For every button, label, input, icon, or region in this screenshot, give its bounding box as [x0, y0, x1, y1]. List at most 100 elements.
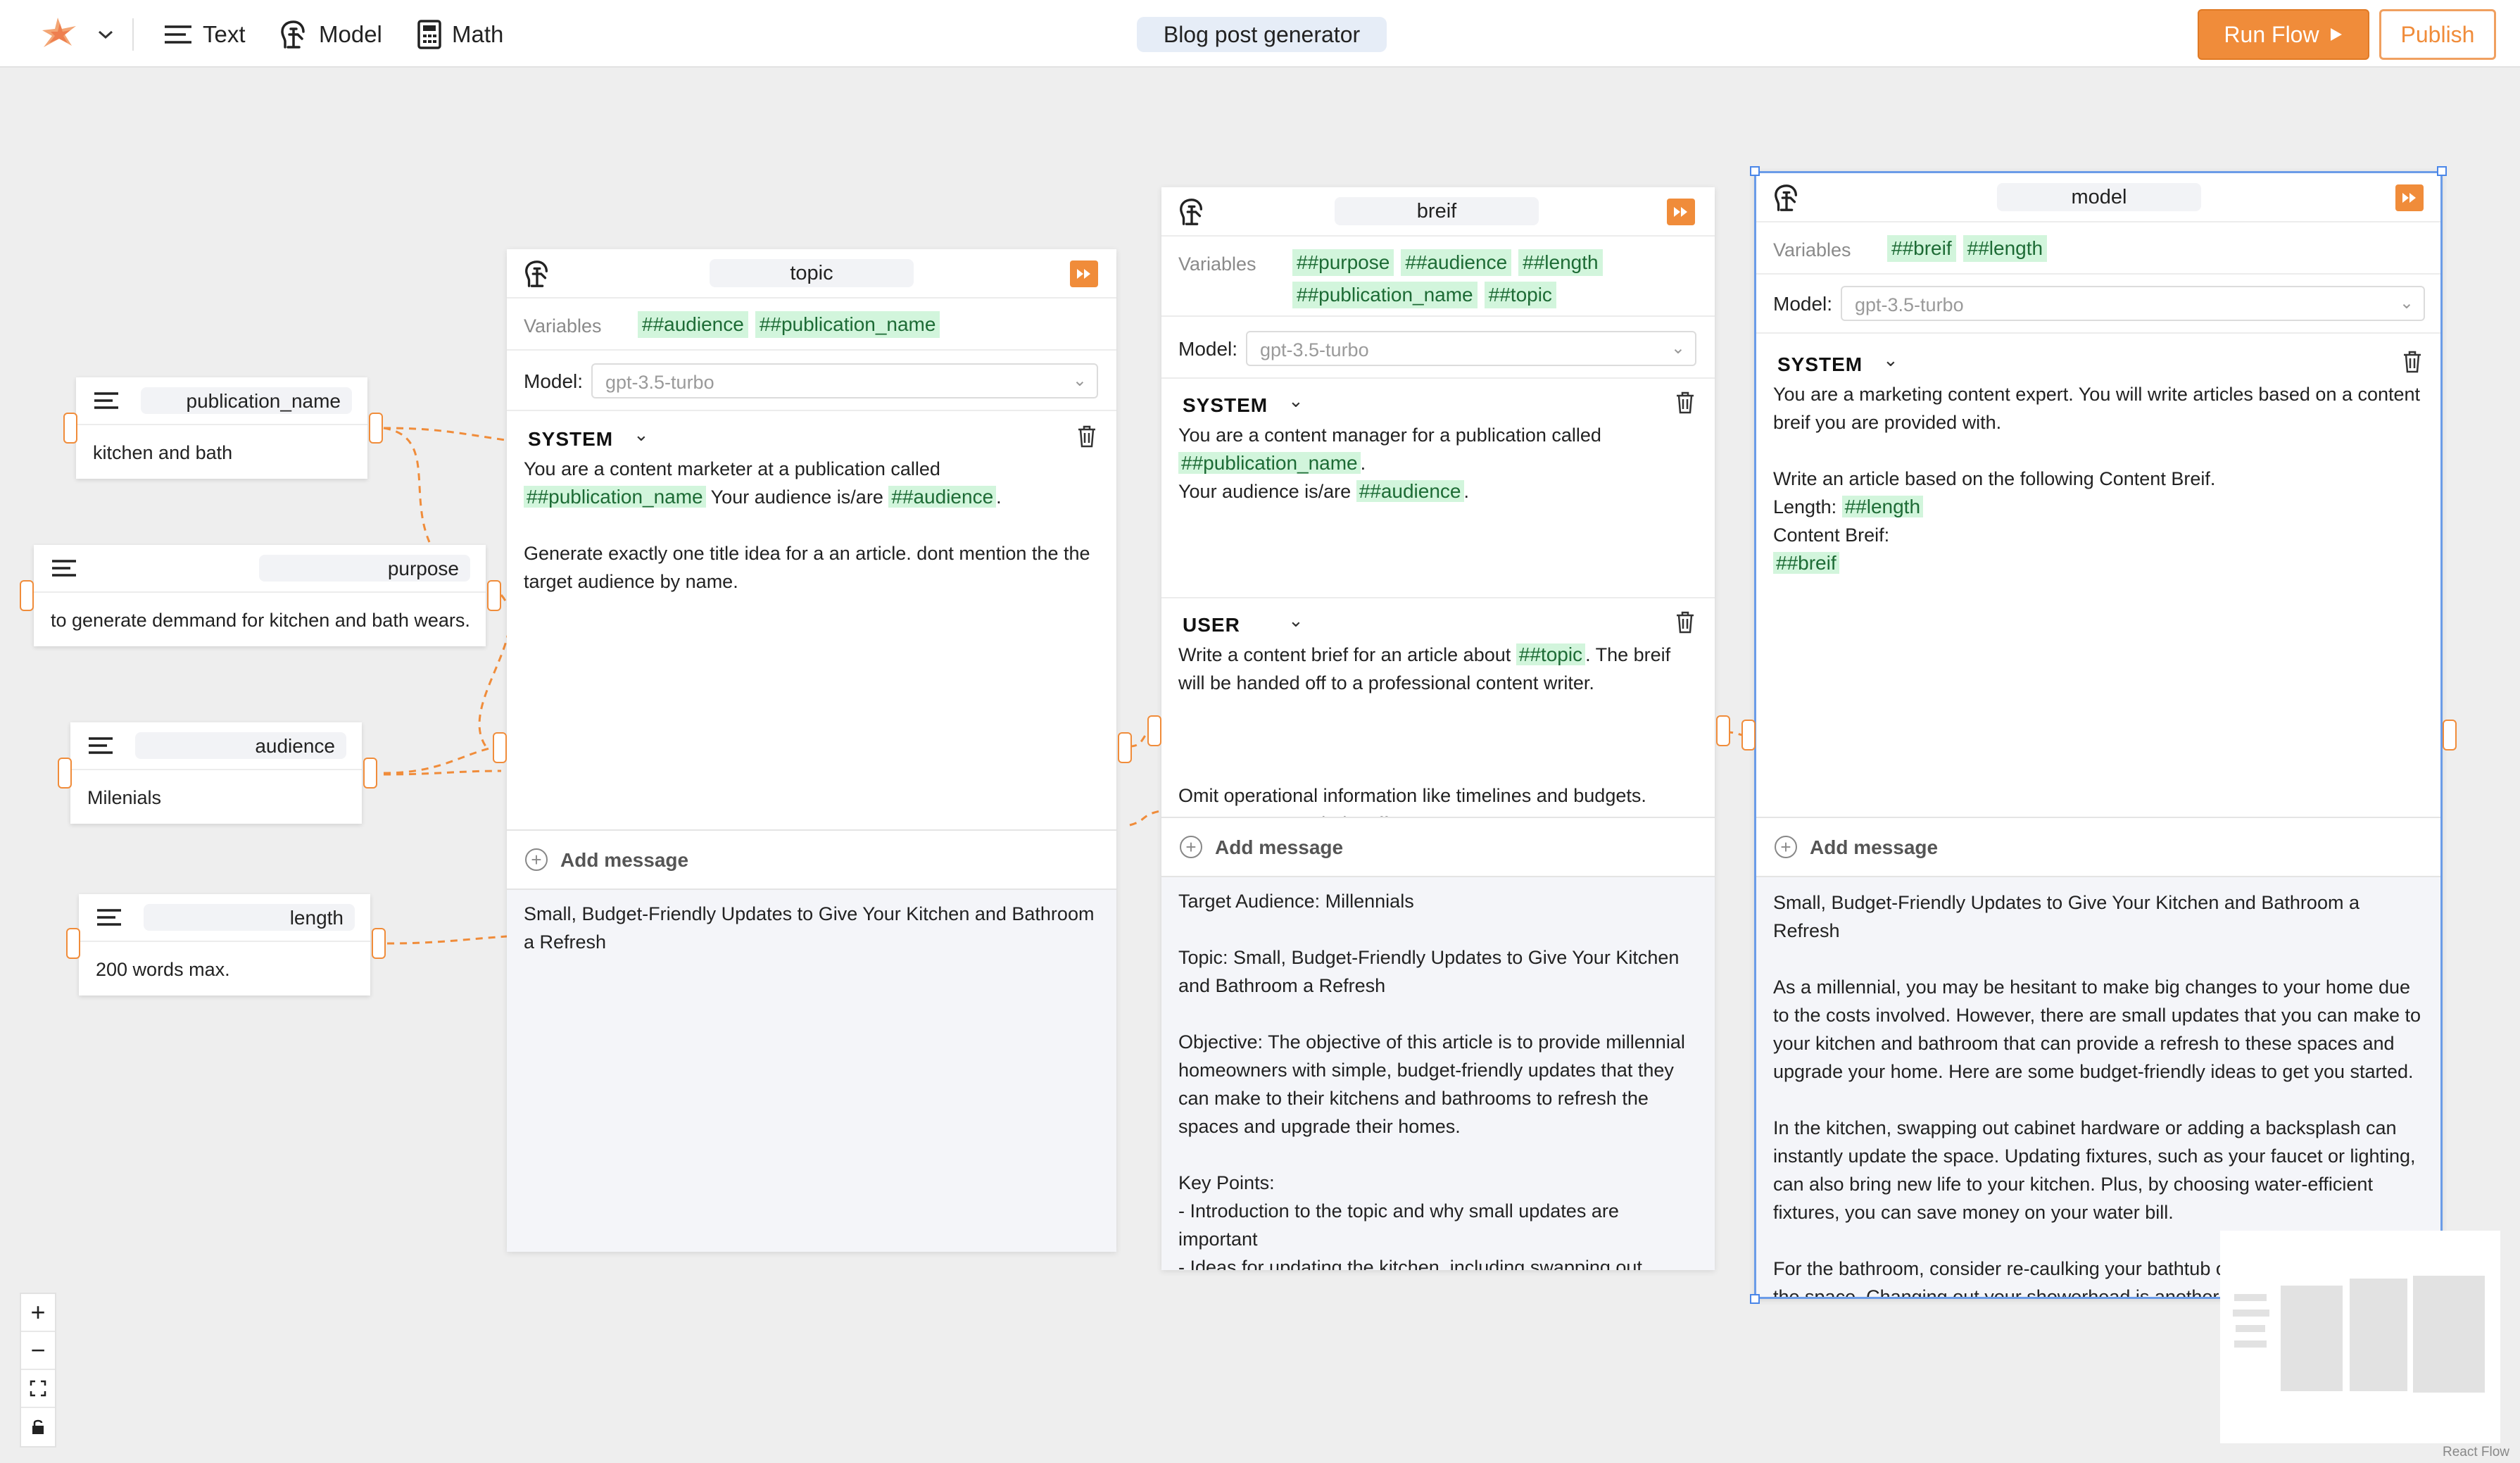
model-label: Model:: [1773, 293, 1833, 315]
variables-row: Variables ##audience ##publication_name: [507, 299, 1116, 351]
model-node-breif[interactable]: breif Variables ##purpose ##audience ##l…: [1161, 187, 1715, 1270]
add-math-node-button[interactable]: Math: [417, 17, 503, 52]
output-handle[interactable]: [372, 928, 386, 959]
add-message-button[interactable]: + Add message: [1161, 817, 1715, 877]
input-handle[interactable]: [493, 732, 507, 763]
variable-name-field[interactable]: publication_name: [141, 387, 352, 414]
output-handle[interactable]: [487, 580, 501, 611]
inline-variable-tag: ##audience: [888, 486, 997, 508]
minimap-node: [2233, 1310, 2269, 1317]
add-message-label: Add message: [1810, 836, 1939, 858]
zoom-out-button[interactable]: −: [21, 1332, 55, 1370]
message-scroll[interactable]: Write a content brief for an article abo…: [1161, 641, 1715, 817]
output-handle[interactable]: [1716, 715, 1730, 746]
inline-variable-tag: ##audience: [1356, 480, 1464, 502]
trash-icon[interactable]: [1675, 611, 1695, 634]
message-content[interactable]: You are a content manager for a publicat…: [1178, 421, 1699, 506]
zoom-in-button[interactable]: +: [21, 1294, 55, 1332]
resize-handle[interactable]: [1750, 166, 1760, 176]
fast-forward-icon: [2402, 193, 2416, 203]
variables-row: Variables ##breif ##length: [1756, 222, 2440, 275]
model-select[interactable]: gpt-3.5-turbo ⌄: [591, 363, 1098, 398]
input-handle[interactable]: [66, 928, 80, 959]
model-title-field[interactable]: topic: [710, 259, 914, 287]
minimap[interactable]: [2220, 1231, 2500, 1443]
flow-title[interactable]: Blog post generator: [1137, 17, 1387, 52]
model-select[interactable]: gpt-3.5-turbo ⌄: [1246, 331, 1696, 366]
output-handle[interactable]: [2443, 720, 2457, 751]
input-handle[interactable]: [20, 580, 34, 611]
message-role-system[interactable]: SYSTEM: [528, 428, 613, 451]
trash-icon[interactable]: [1675, 391, 1695, 414]
output-handle[interactable]: [1118, 732, 1132, 763]
message-role-system[interactable]: SYSTEM: [1183, 394, 1268, 417]
publish-button[interactable]: Publish: [2379, 9, 2496, 60]
variable-value[interactable]: to generate demmand for kitchen and bath…: [51, 610, 470, 632]
message-content[interactable]: Write a content brief for an article abo…: [1178, 641, 1699, 817]
text-lines-icon: [94, 392, 118, 409]
model-select-value: gpt-3.5-turbo: [605, 372, 714, 393]
variable-value[interactable]: kitchen and bath: [93, 442, 232, 464]
fast-forward-icon: [1077, 269, 1090, 279]
edge-audience-to-topic: [383, 747, 490, 774]
model-node-model[interactable]: model Variables ##breif ##length Model: …: [1754, 171, 2443, 1299]
input-handle[interactable]: [63, 413, 77, 444]
add-model-node-button[interactable]: Model: [278, 17, 382, 52]
variable-node-publication-name[interactable]: publication_name kitchen and bath: [76, 377, 367, 479]
logo-menu[interactable]: [37, 17, 114, 52]
model-title-field[interactable]: model: [1997, 183, 2201, 211]
text-lines-icon: [52, 560, 76, 577]
add-text-node-button[interactable]: Text: [163, 17, 246, 52]
resize-handle[interactable]: [2437, 166, 2447, 176]
toolbar-divider: [132, 18, 134, 51]
message-content[interactable]: You are a content marketer at a publicat…: [524, 455, 1101, 596]
lock-icon: [32, 1419, 44, 1434]
add-message-button[interactable]: + Add message: [1756, 817, 2440, 877]
variable-tags: ##breif ##length: [1887, 235, 2422, 262]
variable-node-length[interactable]: length 200 words max.: [79, 894, 370, 996]
model-title-field[interactable]: breif: [1335, 197, 1539, 225]
chevron-down-icon[interactable]: ⌄: [1883, 349, 1898, 371]
input-handle[interactable]: [58, 758, 72, 789]
inline-variable-tag: ##publication_name: [524, 486, 706, 508]
variable-name-field[interactable]: audience: [135, 732, 346, 759]
input-handle[interactable]: [1147, 715, 1161, 746]
model-select[interactable]: gpt-3.5-turbo ⌄: [1841, 286, 2425, 321]
variable-name-field[interactable]: purpose: [259, 555, 470, 582]
output-text: Target Audience: Millennials Topic: Smal…: [1178, 891, 1685, 1270]
run-node-button[interactable]: [1667, 199, 1695, 225]
variable-tag: ##length: [1963, 235, 2048, 262]
variable-value[interactable]: Milenials: [87, 787, 161, 809]
add-message-button[interactable]: + Add message: [507, 829, 1116, 890]
variable-value[interactable]: 200 words max.: [96, 959, 230, 981]
trash-icon[interactable]: [2402, 351, 2422, 373]
message-content[interactable]: You are a marketing content expert. You …: [1773, 380, 2428, 577]
variable-name-field[interactable]: length: [144, 904, 355, 931]
variable-tag: ##length: [1518, 249, 1603, 276]
variable-node-purpose[interactable]: purpose to generate demmand for kitchen …: [34, 545, 486, 646]
chevron-down-icon[interactable]: ⌄: [1288, 390, 1304, 412]
model-node-topic[interactable]: topic Variables ##audience ##publication…: [507, 249, 1116, 1252]
fit-view-button[interactable]: [21, 1370, 55, 1408]
run-node-button[interactable]: [2395, 184, 2424, 211]
trash-icon[interactable]: [1077, 425, 1097, 448]
run-node-button[interactable]: [1070, 260, 1098, 287]
model-select-value: gpt-3.5-turbo: [1260, 339, 1369, 360]
chevron-down-icon[interactable]: ⌄: [634, 424, 649, 446]
variable-tag: ##topic: [1484, 282, 1556, 308]
react-flow-attribution[interactable]: React Flow: [2443, 1445, 2509, 1460]
resize-handle[interactable]: [1750, 1294, 1760, 1304]
run-flow-button[interactable]: Run Flow: [2198, 9, 2369, 60]
message-role-user[interactable]: USER: [1183, 614, 1240, 636]
text-lines-icon: [165, 25, 191, 44]
variable-node-audience[interactable]: audience Milenials: [70, 722, 362, 824]
output-handle[interactable]: [369, 413, 383, 444]
chevron-down-icon[interactable]: ⌄: [1288, 610, 1304, 632]
minimap-node: [2281, 1286, 2343, 1391]
plus-circle-icon: +: [1180, 836, 1202, 858]
output-handle[interactable]: [363, 758, 377, 789]
input-handle[interactable]: [1741, 720, 1756, 751]
message-role-system[interactable]: SYSTEM: [1777, 353, 1863, 376]
variable-node-header: audience: [70, 722, 362, 770]
lock-button[interactable]: [21, 1408, 55, 1446]
